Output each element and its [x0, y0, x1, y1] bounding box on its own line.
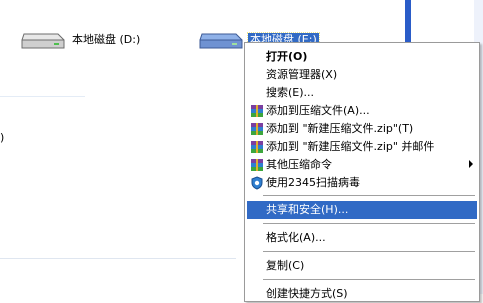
hard-drive-icon: [199, 33, 243, 49]
menu-item-add-zip-email[interactable]: 添加到 "新建压缩文件.zip" 并邮件: [247, 138, 477, 156]
menu-separator: [263, 279, 475, 280]
menu-item-add-archive[interactable]: 添加到压缩文件(A)...: [247, 102, 477, 120]
menu-item-format[interactable]: 格式化(A)...: [247, 229, 477, 247]
menu-item-open[interactable]: 打开(O): [247, 48, 477, 66]
divider: [0, 258, 236, 259]
truncated-text: ): [0, 131, 5, 144]
winrar-archive-icon: [251, 123, 263, 135]
menu-item-create-shortcut[interactable]: 创建快捷方式(S): [247, 285, 477, 303]
menu-separator: [263, 223, 475, 224]
hard-drive-icon: [21, 33, 65, 49]
menu-item-copy[interactable]: 复制(C): [247, 257, 477, 275]
menu-item-add-zip[interactable]: 添加到 "新建压缩文件.zip"(T): [247, 120, 477, 138]
menu-item-search[interactable]: 搜索(E)...: [247, 84, 477, 102]
menu-item-explorer[interactable]: 资源管理器(X): [247, 66, 477, 84]
shield-icon: [251, 176, 263, 190]
menu-item-sharing-security[interactable]: 共享和安全(H)...: [247, 201, 477, 219]
menu-separator: [263, 251, 475, 252]
divider: [0, 96, 85, 97]
menu-separator: [263, 195, 475, 196]
winrar-archive-icon: [251, 105, 263, 117]
drive-d[interactable]: 本地磁盘 (D:): [18, 26, 142, 54]
winrar-archive-icon: [251, 141, 263, 153]
context-menu: 打开(O) 资源管理器(X) 搜索(E)... 添加到压缩文件(A)... 添加…: [244, 42, 480, 302]
menu-item-other-compress[interactable]: 其他压缩命令: [247, 156, 477, 174]
submenu-arrow-icon: [469, 160, 473, 168]
menu-item-scan-virus[interactable]: 使用2345扫描病毒: [247, 174, 477, 192]
drive-label: 本地磁盘 (D:): [72, 33, 141, 46]
winrar-archive-icon: [251, 159, 263, 171]
